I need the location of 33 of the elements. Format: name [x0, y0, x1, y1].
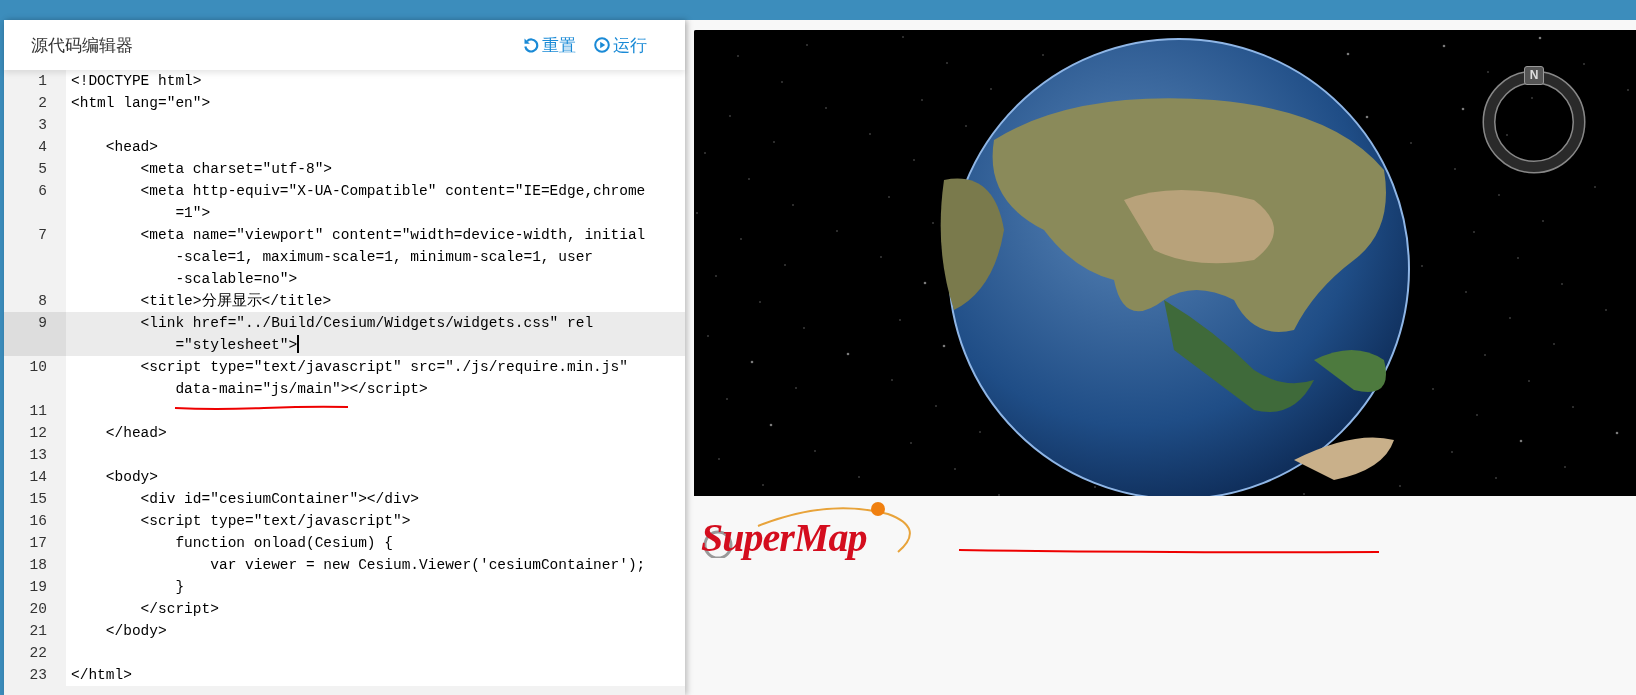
code-text: </script>: [139, 600, 219, 619]
code-text: var viewer = new Cesium.Viewer('cesiumContainer');: [209, 556, 646, 575]
code-text: </html>: [71, 666, 132, 685]
code-text: <link href="../Build/Cesium/Widgets/widgets.css" rel: [139, 314, 594, 333]
code-text: ="stylesheet">: [174, 334, 300, 355]
code-text: function onload(Cesium) {: [174, 534, 393, 553]
code-text: <meta charset="utf-8">: [139, 160, 333, 179]
run-button[interactable]: 运行: [594, 33, 647, 57]
code-text: <script type="text/javascript">: [139, 512, 411, 531]
reset-button[interactable]: 重置: [523, 33, 576, 57]
code-text: data-main="js/main"></script>: [174, 380, 428, 399]
code-text: }: [174, 578, 185, 597]
code-text: <div id="cesiumContainer"></div>: [139, 490, 420, 509]
code-text: <script type="text/javascript" src="./js/require.min.js": [139, 358, 628, 377]
code-text: <head>: [104, 138, 158, 157]
line-number: 9: [4, 312, 66, 356]
code-text: <title>分屏显示</title>: [139, 292, 332, 311]
code-text: <body>: [104, 468, 158, 487]
code-text: </head>: [104, 424, 167, 443]
code-text: -scalable=no">: [174, 270, 298, 289]
compass-north-label: N: [1524, 66, 1544, 85]
code-text: <meta http-equiv="X-UA-Compatible" content="IE=Edge,chrome: [139, 182, 646, 201]
play-circle-icon: [594, 37, 610, 53]
editor-title: 源代码编辑器: [31, 34, 134, 57]
text-cursor: [297, 335, 300, 353]
reset-icon: [523, 37, 539, 53]
code-text: <meta name="viewport" content="width=device-width, initial: [139, 226, 646, 245]
code-text: <html lang="en">: [71, 94, 211, 113]
code-text: <!DOCTYPE html>: [71, 72, 202, 91]
code-text: </body>: [104, 622, 167, 641]
code-text: -scale=1, maximum-scale=1, minimum-scale=1, user: [174, 248, 594, 267]
brand-logo: SuperMap: [698, 498, 920, 562]
code-text: =1">: [174, 204, 211, 223]
